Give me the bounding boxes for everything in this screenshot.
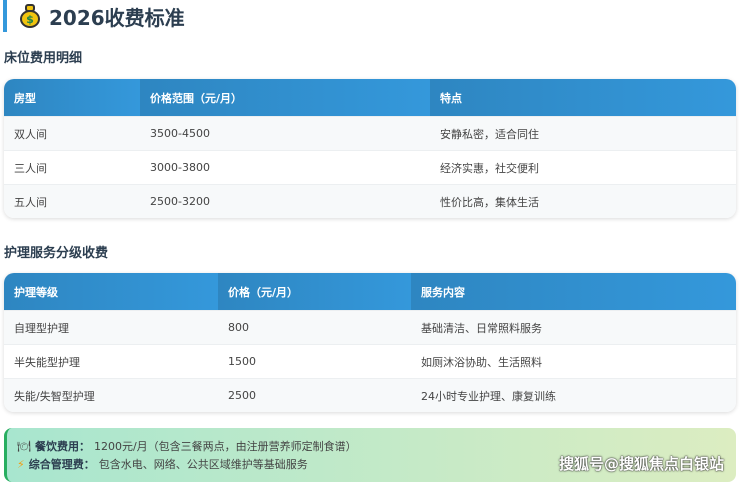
cell: 基础清洁、日常照料服务 (411, 310, 736, 344)
cell: 2500-3200 (140, 184, 430, 218)
cell: 双人间 (4, 116, 140, 150)
cell: 2500 (218, 378, 411, 412)
cell: 经济实惠，社交便利 (430, 150, 736, 184)
meal-icon: 🍽 (17, 439, 31, 453)
column-header: 房型 (4, 79, 140, 116)
column-header: 护理等级 (4, 273, 218, 310)
column-header: 价格范围（元/月） (140, 79, 430, 116)
cell: 3500-4500 (140, 116, 430, 150)
watermark: 搜狐号@搜狐焦点白银站 (558, 455, 724, 473)
bed-heading: 床位费用明细 (4, 51, 83, 66)
cell: 自理型护理 (4, 310, 218, 344)
cell: 半失能型护理 (4, 344, 218, 378)
note-text: 1200元/月（包含三餐两点，由注册营养师定制食谱） (93, 440, 357, 453)
cell: 性价比高，集体生活 (430, 184, 736, 218)
cell: 安静私密，适合同住 (430, 116, 736, 150)
cell: 24小时专业护理、康复训练 (411, 378, 736, 412)
table-row: 三人间 3000-3800 经济实惠，社交便利 (4, 150, 736, 184)
column-header: 价格（元/月） (218, 273, 411, 310)
bed-fee-table: 房型 价格范围（元/月） 特点 双人间 3500-4500 安静私密，适合同住 三人间 3… (4, 79, 736, 218)
cell: 三人间 (4, 150, 140, 184)
table-row: 自理型护理 800 基础清洁、日常照料服务 (4, 310, 736, 344)
note-text: 包含水电、网络、公共区域维护等基础服务 (98, 458, 308, 471)
cell: 3000-3800 (140, 150, 430, 184)
note-label: 综合管理费： (28, 458, 95, 471)
care-heading: 护理服务分级收费 (4, 246, 109, 261)
table-row: 失能/失智型护理 2500 24小时专业护理、康复训练 (4, 378, 736, 412)
page-title: 2026收费标准 (49, 5, 185, 30)
column-header: 服务内容 (411, 273, 736, 310)
notes-box: 🍽 餐饮费用： 1200元/月（包含三餐两点，由注册营养师定制食谱） ⚡ 综合管理费：… (4, 428, 736, 482)
cell: 1500 (218, 344, 411, 378)
note-label: 餐饮费用： (34, 440, 90, 453)
lightning-icon: ⚡ (17, 457, 25, 471)
money-bag-icon: $ (19, 4, 41, 28)
care-fee-table: 护理等级 价格（元/月） 服务内容 自理型护理 800 基础清洁、日常照料服务 半失能型… (4, 273, 736, 412)
table-row: 半失能型护理 1500 如厕沐浴协助、生活照料 (4, 344, 736, 378)
cell: 五人间 (4, 184, 140, 218)
table-row: 五人间 2500-3200 性价比高，集体生活 (4, 184, 736, 218)
cell: 如厕沐浴协助、生活照料 (411, 344, 736, 378)
section-title: $ 2026收费标准 (3, 0, 185, 32)
column-header: 特点 (430, 79, 736, 116)
table-row: 双人间 3500-4500 安静私密，适合同住 (4, 116, 736, 150)
cell: 800 (218, 310, 411, 344)
cell: 失能/失智型护理 (4, 378, 218, 412)
